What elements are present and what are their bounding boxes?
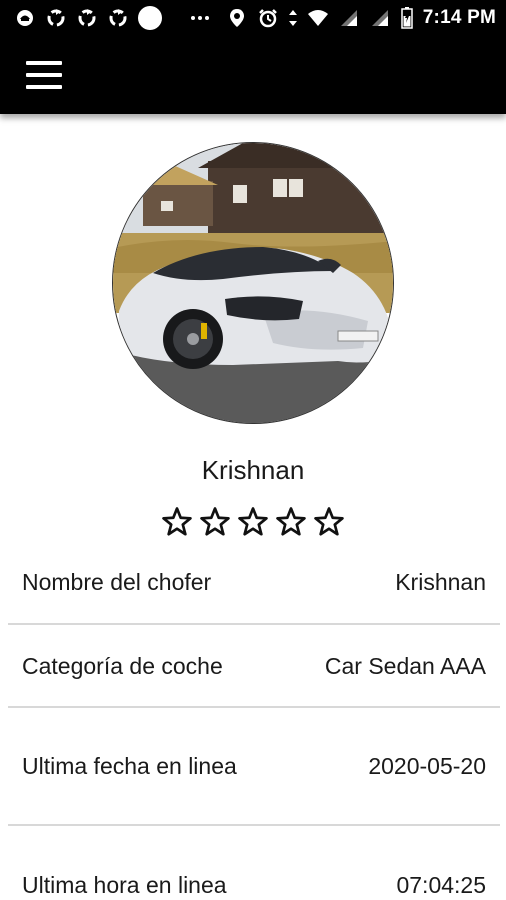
status-bar-right: 7:14 PM (226, 7, 496, 29)
detail-label: Nombre del chofer (22, 568, 212, 595)
driver-avatar (112, 142, 394, 424)
detail-row-last-online-date: Ultima fecha en linea 2020-05-20 (8, 708, 500, 826)
driver-details-list: Nombre del chofer Krishnan Categoría de … (8, 540, 500, 900)
status-time: 7:14 PM (422, 7, 496, 28)
app-bar (0, 36, 506, 114)
driver-profile-screen: 7:14 PM Krishnan Nombre del chofer Krish… (0, 0, 506, 900)
sync-icon (45, 7, 67, 29)
data-transfer-icon (288, 7, 298, 29)
detail-value: Car Sedan AAA (324, 652, 486, 679)
detail-row-driver-name: Nombre del chofer Krishnan (8, 540, 500, 625)
circle-icon (138, 6, 162, 30)
battery-icon (400, 7, 414, 29)
location-icon (226, 7, 248, 29)
notification-icon (14, 7, 36, 29)
star-icon[interactable] (198, 505, 232, 539)
wifi-icon (307, 7, 329, 29)
detail-value: 2020-05-20 (368, 753, 486, 779)
sync-icon (107, 7, 129, 29)
more-icon (189, 7, 211, 29)
status-bar: 7:14 PM (0, 0, 506, 36)
star-icon[interactable] (274, 505, 308, 539)
status-bar-left (14, 6, 211, 30)
driver-name-heading: Krishnan (201, 455, 305, 485)
rating-stars (0, 505, 506, 539)
sync-icon (76, 7, 98, 29)
detail-value: Krishnan (395, 568, 486, 595)
star-icon[interactable] (312, 505, 346, 539)
hamburger-menu-icon[interactable] (26, 55, 66, 95)
signal-icon (338, 7, 360, 29)
detail-label: Ultima fecha en linea (22, 753, 237, 779)
detail-row-car-category: Categoría de coche Car Sedan AAA (8, 625, 500, 708)
detail-row-last-online-time: Ultima hora en linea 07:04:25 (8, 826, 500, 900)
alarm-icon (257, 7, 279, 29)
detail-label: Ultima hora en linea (22, 872, 227, 898)
signal-icon (369, 7, 391, 29)
detail-label: Categoría de coche (22, 652, 223, 679)
star-icon[interactable] (236, 505, 270, 539)
star-icon[interactable] (160, 505, 194, 539)
detail-value: 07:04:25 (396, 872, 486, 898)
